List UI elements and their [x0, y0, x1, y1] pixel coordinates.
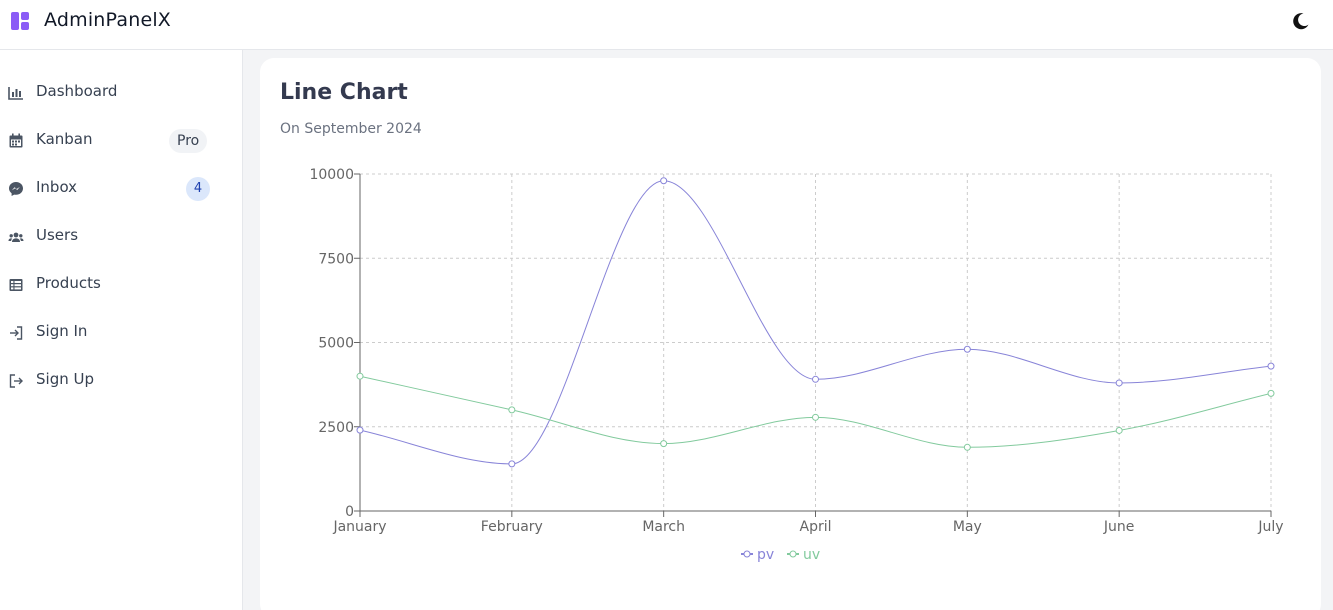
y-tick-label: 0 [345, 504, 354, 520]
data-point-pv [508, 460, 516, 468]
legend-marker-uv [789, 550, 797, 558]
sidebar-item-kanban[interactable]: Kanban Pro [0, 121, 243, 161]
sidebar-item-label: Products [36, 274, 101, 292]
data-point-pv [356, 426, 364, 434]
table-list-icon [9, 279, 23, 291]
sidebar-item-label: Kanban [36, 130, 93, 148]
sidebar-item-inbox[interactable]: Inbox 4 [0, 169, 243, 209]
sidebar-item-products[interactable]: Products [0, 265, 243, 305]
sidebar-item-label: Dashboard [36, 82, 118, 100]
y-tick-label: 10000 [309, 167, 354, 183]
sidebar-item-sign-up[interactable]: Sign Up [0, 361, 243, 401]
y-tick-label: 5000 [318, 336, 354, 352]
messenger-icon [9, 182, 23, 196]
top-navbar: AdminPanelX [0, 0, 1333, 50]
data-point-pv [963, 345, 971, 353]
data-point-pv [660, 177, 668, 185]
x-tick-label: April [800, 519, 832, 535]
data-point-pv [1267, 362, 1275, 370]
moon-icon[interactable] [1291, 11, 1311, 31]
legend-label-pv: pv [757, 547, 774, 563]
pro-badge: Pro [169, 129, 208, 153]
data-point-uv [963, 443, 971, 451]
sidebar-item-sign-in[interactable]: Sign In [0, 313, 243, 353]
data-point-pv [812, 375, 819, 383]
x-tick-label: March [642, 519, 685, 535]
x-tick-label: January [332, 519, 386, 535]
data-point-uv [356, 372, 364, 380]
calendar-icon [9, 133, 23, 148]
data-point-uv [508, 406, 516, 414]
x-tick-label: June [1103, 519, 1135, 535]
data-point-pv [1115, 379, 1123, 387]
data-point-uv [812, 413, 819, 421]
legend-marker-pv [743, 550, 751, 558]
x-tick-label: February [481, 519, 543, 535]
data-point-uv [1267, 389, 1275, 397]
sign-out-icon [9, 374, 23, 388]
y-tick-label: 2500 [318, 420, 354, 436]
x-tick-label: July [1257, 519, 1283, 535]
x-tick-label: May [953, 519, 982, 535]
app-title[interactable]: AdminPanelX [44, 9, 171, 31]
sign-in-icon [10, 326, 23, 340]
legend-label-uv: uv [803, 547, 820, 563]
sidebar-item-label: Sign In [36, 322, 88, 340]
sidebar-item-label: Inbox [36, 178, 78, 196]
data-point-uv [1115, 426, 1123, 434]
bar-chart-icon [8, 87, 23, 100]
dashboard-layout-icon[interactable] [10, 11, 30, 31]
inbox-count-badge: 4 [186, 177, 210, 201]
users-icon [8, 232, 24, 242]
sidebar-item-label: Sign Up [36, 370, 94, 388]
sidebar-item-users[interactable]: Users [0, 217, 243, 257]
sidebar: Dashboard Kanban Pro Inbox 4 Users Produ… [0, 50, 243, 610]
sidebar-item-label: Users [36, 226, 79, 244]
line-chart: 0 2500 5000 7500 10000 January February March Ap… [309, 167, 1283, 563]
line-chart-card: Line Chart On September 2024 0 2500 5000 75… [260, 58, 1321, 610]
sidebar-item-dashboard[interactable]: Dashboard [0, 73, 243, 113]
y-tick-label: 7500 [318, 251, 354, 267]
data-point-uv [660, 440, 668, 448]
